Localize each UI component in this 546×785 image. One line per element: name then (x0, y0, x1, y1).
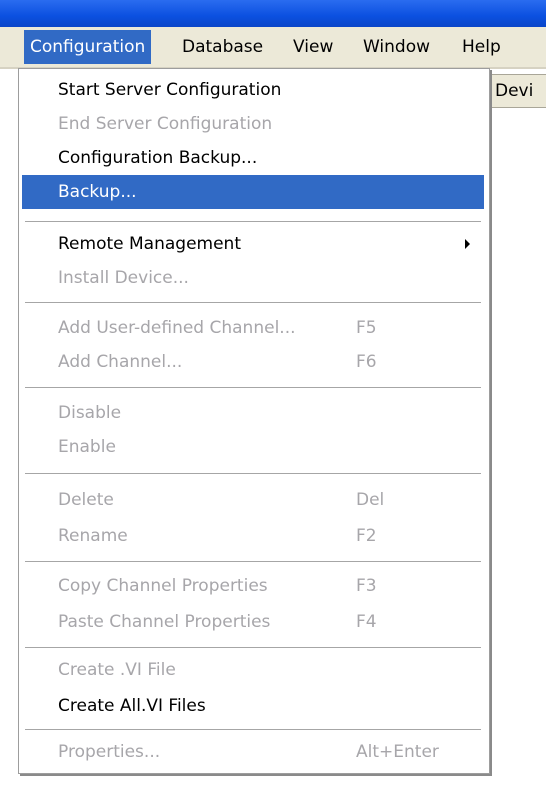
menu-item-label: Backup... (58, 182, 137, 202)
configuration-dropdown-menu: Start Server Configuration End Server Co… (18, 68, 490, 774)
menu-item-disable[interactable]: Disable (22, 396, 484, 430)
menu-item-label: Create All.VI Files (58, 696, 206, 716)
device-column-header[interactable]: Devi (486, 74, 546, 108)
menu-item-add-user-defined-channel[interactable]: Add User-defined Channel... F5 (22, 311, 484, 345)
menu-item-start-server-configuration[interactable]: Start Server Configuration (22, 73, 484, 107)
menu-item-copy-channel-properties[interactable]: Copy Channel Properties F3 (22, 569, 484, 603)
menu-item-configuration-backup[interactable]: Configuration Backup... (22, 141, 484, 175)
menu-item-paste-channel-properties[interactable]: Paste Channel Properties F4 (22, 605, 484, 639)
menu-item-shortcut: F4 (356, 612, 377, 632)
menu-item-label: Disable (58, 403, 122, 423)
menu-separator (25, 729, 481, 731)
menu-separator (25, 302, 481, 304)
menu-item-properties[interactable]: Properties... Alt+Enter (22, 735, 484, 769)
menu-item-label: Add Channel... (58, 352, 183, 372)
menu-item-shortcut: Del (356, 490, 385, 510)
menu-item-enable[interactable]: Enable (22, 430, 484, 464)
menu-item-install-device[interactable]: Install Device... (22, 261, 484, 295)
menu-item-label: Start Server Configuration (58, 80, 282, 100)
menu-separator (25, 473, 481, 475)
menu-bar: Configuration Database View Window Help (0, 27, 546, 69)
menu-help[interactable]: Help (456, 30, 507, 64)
menu-item-shortcut: F6 (356, 352, 377, 372)
menu-item-shortcut: F2 (356, 526, 377, 546)
menu-item-shortcut: F5 (356, 318, 377, 338)
menu-database[interactable]: Database (176, 30, 269, 64)
menu-separator (25, 387, 481, 389)
menu-window[interactable]: Window (357, 30, 436, 64)
menu-item-label: Enable (58, 437, 116, 457)
menu-item-end-server-configuration[interactable]: End Server Configuration (22, 107, 484, 141)
menu-item-remote-management[interactable]: Remote Management (22, 227, 484, 261)
menu-item-label: Rename (58, 526, 128, 546)
menu-item-label: Properties... (58, 742, 161, 762)
window-titlebar (0, 0, 546, 27)
menu-item-label: Create .VI File (58, 660, 176, 680)
submenu-arrow-icon (465, 239, 470, 249)
menu-item-create-all-vi-files[interactable]: Create All.VI Files (22, 689, 484, 723)
menu-item-label: Paste Channel Properties (58, 612, 271, 632)
menu-item-shortcut: Alt+Enter (356, 742, 439, 762)
menu-item-label: Copy Channel Properties (58, 576, 268, 596)
menu-item-create-vi-file[interactable]: Create .VI File (22, 653, 484, 687)
menu-item-backup[interactable]: Backup... (22, 175, 484, 209)
menu-configuration[interactable]: Configuration (24, 30, 152, 64)
menu-item-rename[interactable]: Rename F2 (22, 519, 484, 553)
menu-item-label: Configuration Backup... (58, 148, 258, 168)
menu-item-label: End Server Configuration (58, 114, 273, 134)
menu-view[interactable]: View (287, 30, 339, 64)
menu-item-label: Install Device... (58, 268, 189, 288)
menu-item-label: Delete (58, 490, 114, 510)
menu-separator (25, 221, 481, 223)
menu-item-delete[interactable]: Delete Del (22, 483, 484, 517)
menu-separator (25, 647, 481, 649)
menu-item-add-channel[interactable]: Add Channel... F6 (22, 345, 484, 379)
menu-item-shortcut: F3 (356, 576, 377, 596)
menu-item-label: Add User-defined Channel... (58, 318, 296, 338)
menu-item-label: Remote Management (58, 234, 241, 254)
menu-separator (25, 561, 481, 563)
